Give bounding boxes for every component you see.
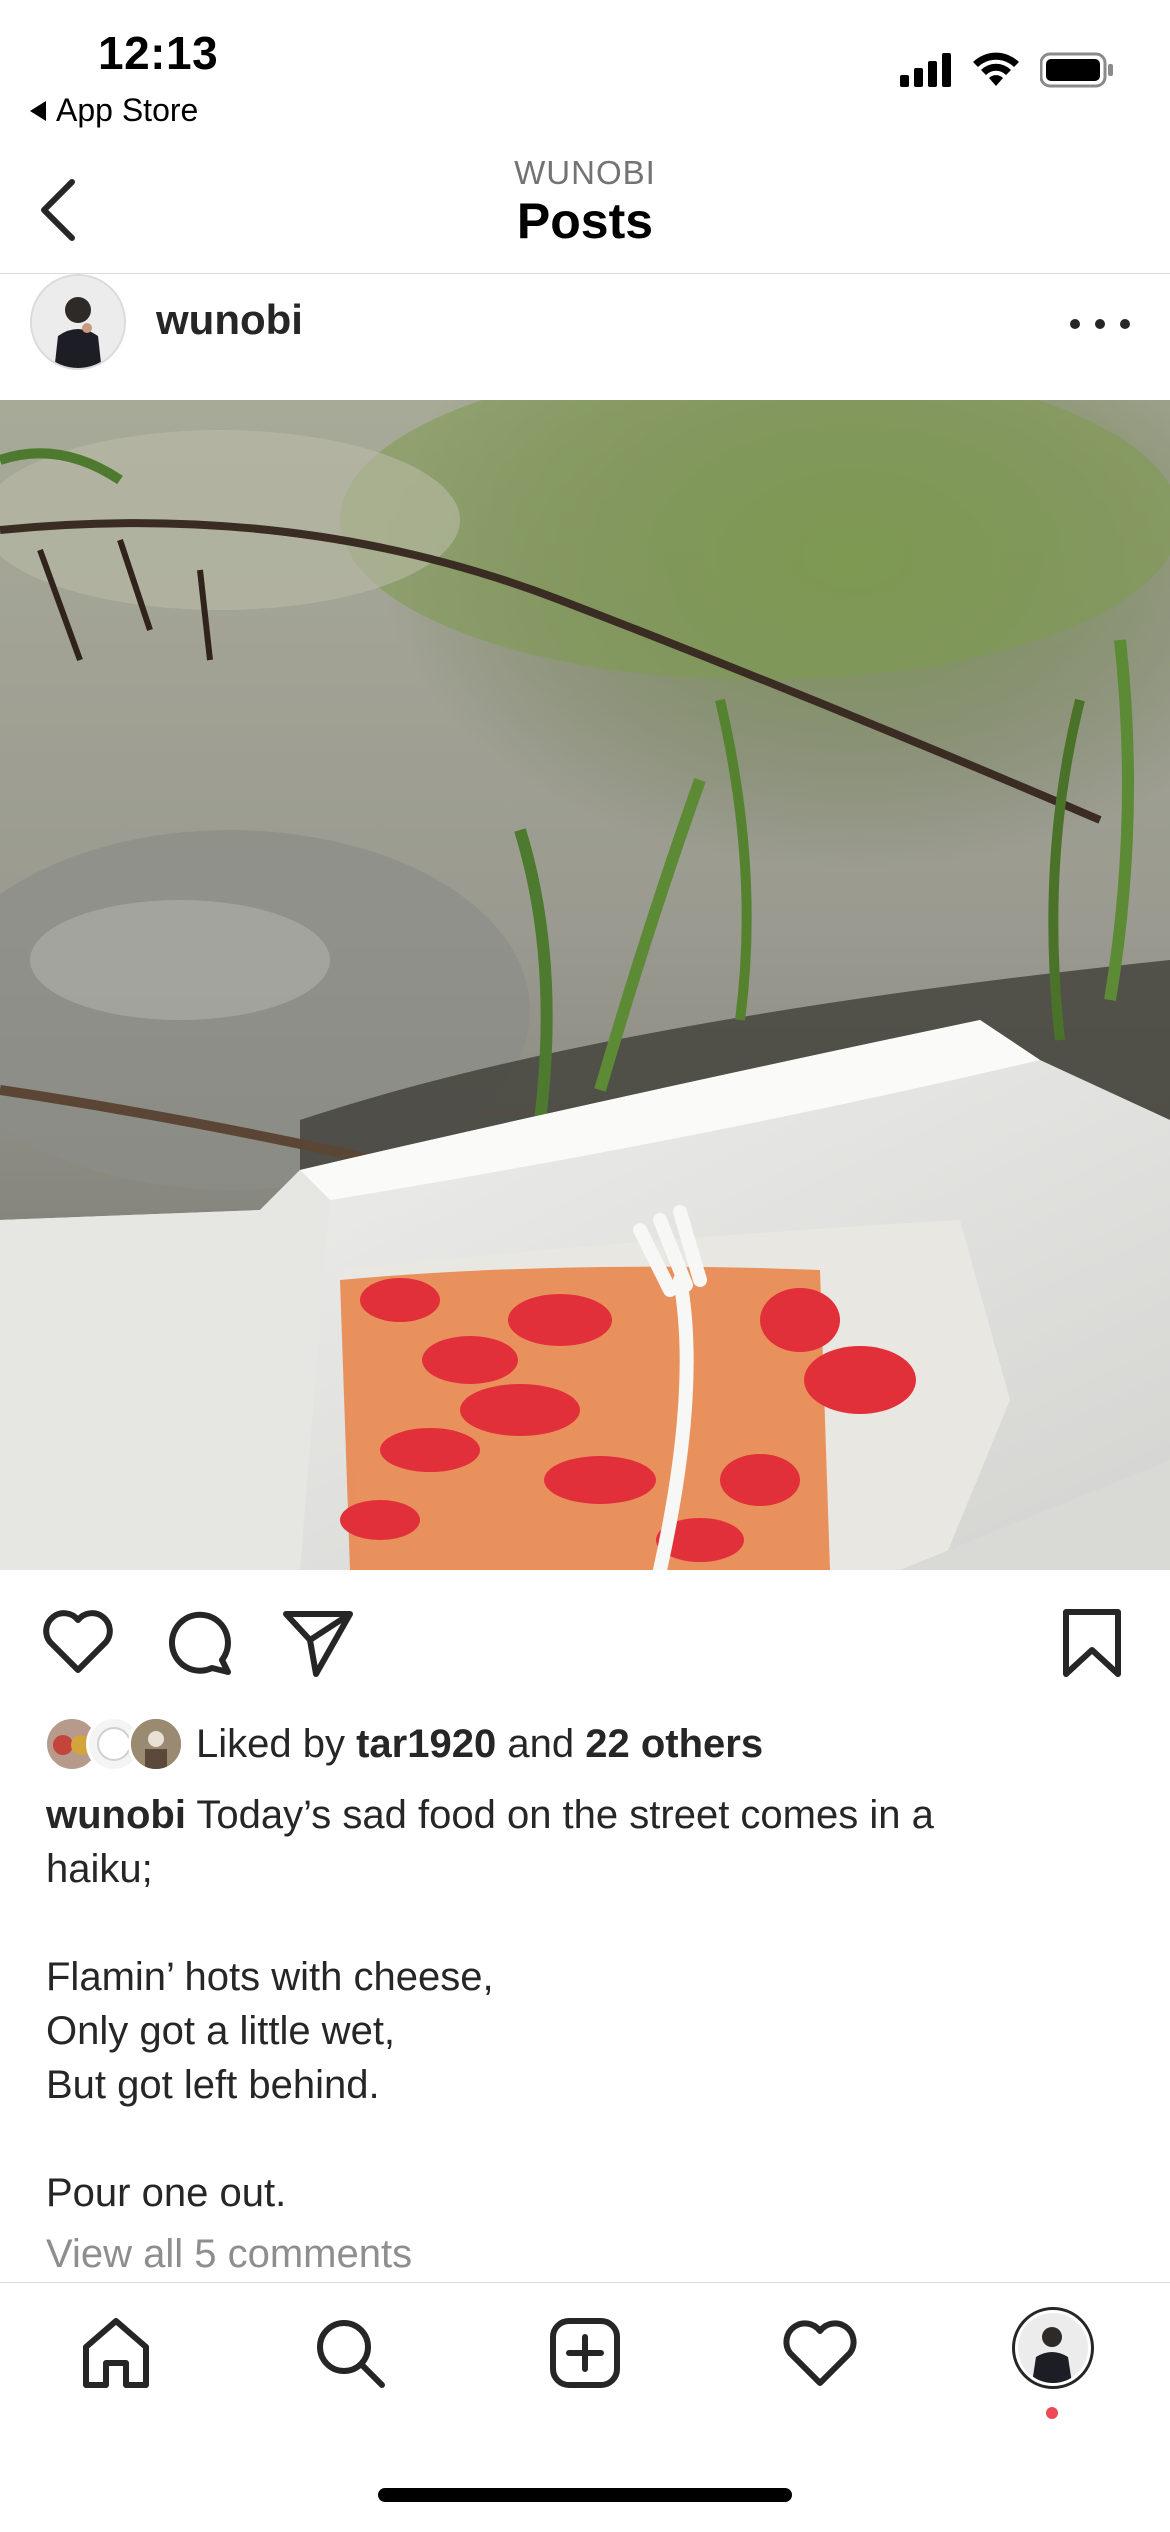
search-icon[interactable]	[310, 2313, 390, 2393]
caption-first-line: wunobi Today’s sad food on the street co…	[46, 1788, 1136, 1842]
action-bar	[0, 1600, 1170, 1684]
poem-line-2: Only got a little wet,	[46, 2009, 396, 2053]
back-triangle-icon	[30, 100, 46, 121]
likes-text: Liked by tar1920 and 22 others	[196, 1722, 763, 1767]
battery-icon	[1040, 52, 1113, 88]
post-header: wunobi	[0, 274, 1170, 400]
caption-closing: Pour one out.	[46, 2171, 287, 2215]
home-indicator	[378, 2488, 792, 2502]
likes-others[interactable]: 22 others	[585, 1722, 763, 1766]
home-icon[interactable]	[76, 2313, 156, 2393]
post-photo[interactable]	[0, 400, 1170, 1570]
comment-icon[interactable]	[160, 1604, 236, 1680]
nav-header: WUNOBI Posts	[0, 140, 1170, 274]
tab-bar	[0, 2282, 1170, 2442]
status-bar: 12:13 App Store	[0, 0, 1170, 140]
cellular-signal-icon	[900, 53, 951, 87]
view-comments-link[interactable]: View all 5 comments	[46, 2232, 412, 2277]
likes-prefix: Liked by	[196, 1721, 345, 1766]
status-time: 12:13	[98, 27, 219, 79]
wifi-icon	[973, 52, 1019, 86]
post-caption: wunobi Today’s sad food on the street co…	[46, 1788, 1136, 2220]
notification-dot	[1046, 2407, 1058, 2419]
bookmark-icon[interactable]	[1054, 1604, 1130, 1680]
poem-line-1: Flamin’ hots with cheese,	[46, 1955, 494, 1999]
heart-icon[interactable]	[40, 1604, 116, 1680]
poem-line-3: But got left behind.	[46, 2063, 380, 2107]
more-horizontal-icon[interactable]	[1070, 304, 1130, 344]
back-app-label: App Store	[56, 92, 199, 128]
liker-avatar	[128, 1716, 184, 1772]
nav-subtitle: WUNOBI	[514, 154, 656, 191]
activity-heart-icon[interactable]	[780, 2313, 860, 2393]
likes-conjunction: and	[507, 1721, 575, 1766]
send-icon[interactable]	[280, 1604, 356, 1680]
post-username[interactable]: wunobi	[156, 296, 303, 344]
back-to-app-link[interactable]: App Store	[30, 92, 198, 129]
create-post-icon[interactable]	[545, 2313, 625, 2393]
caption-text-line2: haiku;	[46, 1847, 153, 1891]
caption-username[interactable]: wunobi	[46, 1793, 186, 1837]
caption-text: Today’s sad food on the street comes in …	[196, 1793, 934, 1837]
profile-avatar[interactable]	[1012, 2307, 1094, 2389]
page-title: Posts	[516, 193, 654, 249]
avatar[interactable]	[30, 274, 126, 370]
liker-avatars	[44, 1716, 184, 1772]
likes-row[interactable]: Liked by tar1920 and 22 others	[44, 1712, 763, 1776]
likes-first-user[interactable]: tar1920	[356, 1722, 496, 1766]
status-icons	[900, 52, 1114, 88]
